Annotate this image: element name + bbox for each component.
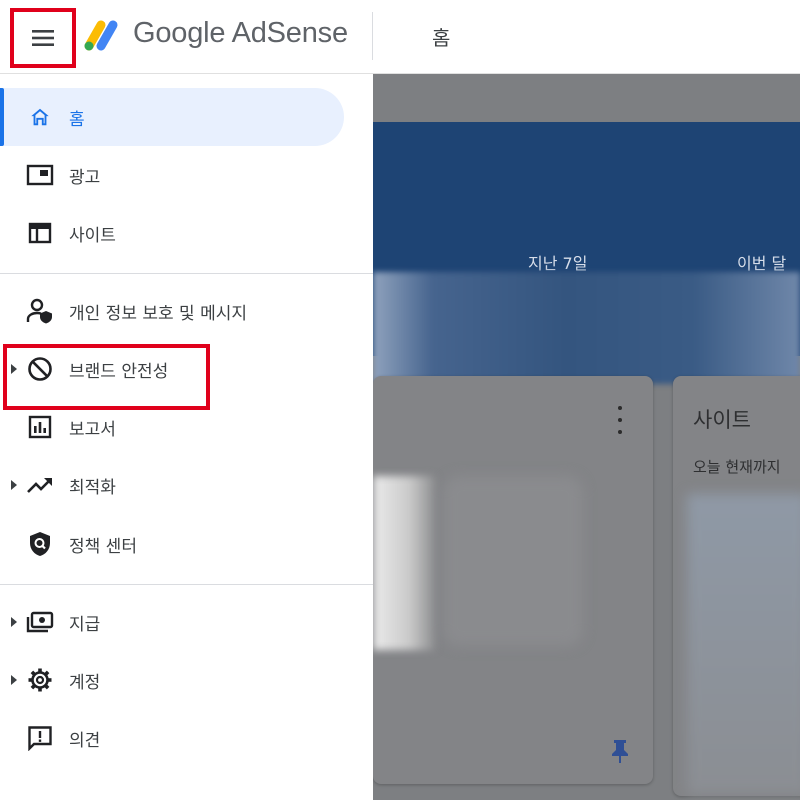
- nav-item-home[interactable]: 홈: [0, 88, 344, 146]
- nav-item-feedback[interactable]: 의견: [0, 709, 344, 767]
- hamburger-menu-icon: [32, 30, 54, 46]
- sites-card: 사이트 오늘 현재까지: [673, 376, 800, 796]
- page-title: 홈: [432, 26, 451, 50]
- main-menu-button[interactable]: [10, 8, 76, 68]
- nav-label: 광고: [69, 168, 101, 188]
- expand-caret-icon: [11, 675, 17, 685]
- nav-item-brand-safety[interactable]: 브랜드 안전성: [0, 340, 344, 398]
- home-icon: [26, 103, 54, 131]
- feedback-icon: [26, 724, 54, 752]
- policy-shield-icon: [26, 530, 54, 558]
- privacy-messaging-icon: [26, 297, 54, 325]
- active-indicator: [0, 88, 4, 146]
- top-app-bar: Google AdSense 홈: [0, 0, 800, 74]
- block-icon: [26, 355, 54, 383]
- trending-up-icon: [26, 471, 54, 499]
- blurred-earnings-values: [373, 272, 800, 384]
- nav-item-privacy-messaging[interactable]: 개인 정보 보호 및 메시지: [0, 282, 344, 340]
- adsense-logo-icon: [84, 20, 118, 51]
- nav-item-policy-center[interactable]: 정책 센터: [0, 515, 344, 573]
- earnings-banner: 지난 7일 이번 달: [373, 122, 800, 384]
- navigation-drawer: 홈 광고 사이트 개인 정보 보호 및 메시지 브랜드 안전성 보고서 최적화 …: [0, 74, 373, 800]
- nav-label: 계정: [69, 673, 101, 693]
- expand-caret-icon: [11, 480, 17, 490]
- nav-label: 사이트: [69, 226, 116, 246]
- nav-label: 보고서: [69, 420, 116, 440]
- sites-card-title: 사이트: [693, 408, 751, 432]
- blurred-content: [443, 476, 583, 646]
- pin-icon[interactable]: [609, 738, 631, 764]
- expand-caret-icon: [11, 617, 17, 627]
- gear-icon: [26, 666, 54, 694]
- this-month-label: 이번 달: [737, 254, 787, 273]
- blurred-content: [687, 494, 800, 794]
- overview-card: [373, 376, 653, 784]
- nav-label: 의견: [69, 731, 101, 751]
- nav-label: 홈: [69, 110, 85, 130]
- nav-item-account[interactable]: 계정: [0, 651, 344, 709]
- nav-label: 브랜드 안전성: [69, 362, 169, 382]
- expand-caret-icon: [11, 364, 17, 374]
- reports-icon: [26, 413, 54, 441]
- nav-item-optimization[interactable]: 최적화: [0, 456, 344, 514]
- product-name: Google AdSense: [133, 17, 348, 49]
- nav-label: 지급: [69, 615, 101, 635]
- header-divider: [372, 12, 373, 60]
- sites-icon: [26, 219, 54, 247]
- blurred-content: [373, 476, 435, 650]
- nav-divider: [0, 273, 373, 274]
- payments-icon: [26, 608, 54, 636]
- nav-divider: [0, 584, 373, 585]
- nav-item-reports[interactable]: 보고서: [0, 398, 344, 456]
- more-options-icon[interactable]: [610, 406, 630, 434]
- last-7-days-label: 지난 7일: [528, 254, 588, 273]
- sites-card-subtitle: 오늘 현재까지: [693, 458, 781, 476]
- nav-item-ads[interactable]: 광고: [0, 146, 344, 204]
- nav-item-sites[interactable]: 사이트: [0, 204, 344, 262]
- nav-item-payments[interactable]: 지급: [0, 593, 344, 651]
- ads-icon: [26, 161, 54, 189]
- nav-label: 개인 정보 보호 및 메시지: [69, 304, 248, 324]
- main-content-scrim[interactable]: 지난 7일 이번 달 사이트 오늘 현재까지: [373, 74, 800, 800]
- nav-label: 최적화: [69, 478, 116, 498]
- nav-label: 정책 센터: [69, 537, 137, 557]
